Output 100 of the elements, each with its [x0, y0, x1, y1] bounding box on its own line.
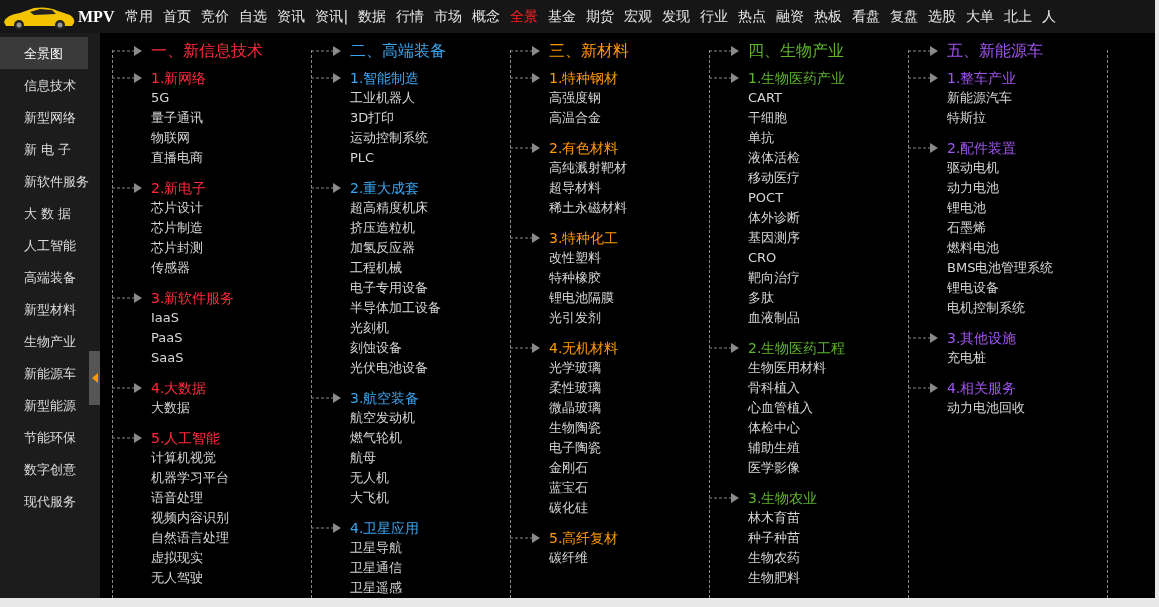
concept-link[interactable]: 自然语言处理 — [151, 528, 309, 548]
concept-link[interactable]: 视频内容识别 — [151, 508, 309, 528]
menu-item[interactable]: 发现 — [657, 6, 696, 27]
concept-link[interactable]: 移动医疗 — [748, 168, 906, 188]
concept-link[interactable]: PLC — [350, 148, 508, 168]
concept-link[interactable]: 血液制品 — [748, 308, 906, 328]
menu-item[interactable]: 数据 — [353, 6, 392, 27]
category-title[interactable]: 四、生物产业 — [748, 36, 844, 66]
concept-link[interactable]: 医学影像 — [748, 458, 906, 478]
sidebar-item[interactable]: 新型材料 — [0, 293, 88, 325]
sidebar-item[interactable]: 生物产业 — [0, 325, 88, 357]
concept-link[interactable]: 改性塑料 — [549, 248, 707, 268]
concept-link[interactable]: 生物肥料 — [748, 568, 906, 588]
sidebar-item[interactable]: 新软件服务 — [0, 165, 88, 197]
group-title[interactable]: 3.航空装备 — [350, 388, 420, 408]
concept-link[interactable]: 航空发动机 — [350, 408, 508, 428]
group-title[interactable]: 2.重大成套 — [350, 178, 420, 198]
concept-link[interactable]: 液体活检 — [748, 148, 906, 168]
menu-item[interactable]: 资讯 — [272, 6, 311, 27]
concept-link[interactable]: 工业机器人 — [350, 88, 508, 108]
menu-item[interactable]: 首页 — [158, 6, 197, 27]
group-title[interactable]: 4.卫星应用 — [350, 518, 420, 538]
concept-link[interactable]: 干细胞 — [748, 108, 906, 128]
category-title[interactable]: 一、新信息技术 — [151, 36, 263, 66]
sidebar-item[interactable]: 人工智能 — [0, 229, 88, 261]
group-title[interactable]: 5.人工智能 — [151, 428, 221, 448]
concept-link[interactable]: 特种橡胶 — [549, 268, 707, 288]
group-title[interactable]: 1.智能制造 — [350, 68, 420, 88]
concept-link[interactable]: CART — [748, 88, 906, 108]
concept-link[interactable]: 计算机视觉 — [151, 448, 309, 468]
concept-link[interactable]: SaaS — [151, 348, 309, 368]
group-title[interactable]: 2.有色材料 — [549, 138, 619, 158]
concept-link[interactable]: 靶向治疗 — [748, 268, 906, 288]
concept-link[interactable]: 传感器 — [151, 258, 309, 278]
concept-link[interactable]: 生物农药 — [748, 548, 906, 568]
menu-item[interactable]: 期货 — [581, 6, 620, 27]
group-title[interactable]: 4.相关服务 — [947, 378, 1017, 398]
concept-link[interactable]: 芯片设计 — [151, 198, 309, 218]
concept-link[interactable]: 卫星遥感 — [350, 578, 508, 598]
menu-item[interactable]: 概念 — [467, 6, 506, 27]
concept-link[interactable]: 光伏电池设备 — [350, 358, 508, 378]
group-title[interactable]: 1.整车产业 — [947, 68, 1017, 88]
sidebar-item[interactable]: 高端装备 — [0, 261, 88, 293]
menu-item[interactable]: 行业 — [695, 6, 734, 27]
concept-link[interactable]: 特斯拉 — [947, 108, 1105, 128]
menu-item[interactable]: 热板 — [809, 6, 848, 27]
menu-item[interactable]: 基金 — [543, 6, 582, 27]
concept-link[interactable]: 卫星通信 — [350, 558, 508, 578]
group-title[interactable]: 4.无机材料 — [549, 338, 619, 358]
sidebar-item[interactable]: 全景图 — [0, 37, 88, 69]
concept-link[interactable]: 芯片制造 — [151, 218, 309, 238]
concept-link[interactable]: 光引发剂 — [549, 308, 707, 328]
group-title[interactable]: 2.生物医药工程 — [748, 338, 846, 358]
sidebar-item[interactable]: 新型能源 — [0, 389, 88, 421]
concept-link[interactable]: 驱动电机 — [947, 158, 1105, 178]
concept-link[interactable]: 3D打印 — [350, 108, 508, 128]
group-title[interactable]: 2.新电子 — [151, 178, 207, 198]
group-title[interactable]: 3.新软件服务 — [151, 288, 235, 308]
concept-link[interactable]: 无人机 — [350, 468, 508, 488]
concept-link[interactable]: IaaS — [151, 308, 309, 328]
concept-link[interactable]: PaaS — [151, 328, 309, 348]
concept-link[interactable]: 种子种苗 — [748, 528, 906, 548]
concept-link[interactable]: 林木育苗 — [748, 508, 906, 528]
group-title[interactable]: 5.高纤复材 — [549, 528, 619, 548]
concept-link[interactable]: 工程机械 — [350, 258, 508, 278]
concept-link[interactable]: 高温合金 — [549, 108, 707, 128]
concept-link[interactable]: 电机控制系统 — [947, 298, 1105, 318]
concept-link[interactable]: 柔性玻璃 — [549, 378, 707, 398]
menu-item[interactable]: 自选 — [234, 6, 273, 27]
concept-link[interactable]: 刻蚀设备 — [350, 338, 508, 358]
concept-link[interactable]: 大数据 — [151, 398, 309, 418]
menu-item[interactable]: 看盘 — [847, 6, 886, 27]
sidebar-item[interactable]: 大 数 据 — [0, 197, 88, 229]
sidebar-item[interactable]: 新 电 子 — [0, 133, 88, 165]
concept-link[interactable]: 光刻机 — [350, 318, 508, 338]
concept-link[interactable]: 辅助生殖 — [748, 438, 906, 458]
concept-link[interactable]: 燃料电池 — [947, 238, 1105, 258]
concept-link[interactable]: 新能源汽车 — [947, 88, 1105, 108]
concept-link[interactable]: 心血管植入 — [748, 398, 906, 418]
concept-link[interactable]: 电子专用设备 — [350, 278, 508, 298]
concept-link[interactable]: 锂电池 — [947, 198, 1105, 218]
menu-item[interactable]: 常用 — [120, 6, 159, 27]
concept-link[interactable]: 锂电池隔膜 — [549, 288, 707, 308]
concept-link[interactable]: 碳纤维 — [549, 548, 707, 568]
menu-item[interactable]: 竞价 — [196, 6, 235, 27]
concept-link[interactable]: 物联网 — [151, 128, 309, 148]
concept-link[interactable]: 高强度钢 — [549, 88, 707, 108]
concept-link[interactable]: 超高精度机床 — [350, 198, 508, 218]
concept-link[interactable]: 超导材料 — [549, 178, 707, 198]
menu-item[interactable]: 人 — [1037, 6, 1062, 27]
concept-link[interactable]: 电子陶瓷 — [549, 438, 707, 458]
concept-link[interactable]: 生物陶瓷 — [549, 418, 707, 438]
menu-item[interactable]: 行情 — [391, 6, 430, 27]
group-title[interactable]: 1.特种钢材 — [549, 68, 619, 88]
concept-link[interactable]: 直播电商 — [151, 148, 309, 168]
sidebar-item[interactable]: 新能源车 — [0, 357, 88, 389]
concept-link[interactable]: 体外诊断 — [748, 208, 906, 228]
group-title[interactable]: 3.特种化工 — [549, 228, 619, 248]
concept-link[interactable]: 蓝宝石 — [549, 478, 707, 498]
category-title[interactable]: 五、新能源车 — [947, 36, 1043, 66]
